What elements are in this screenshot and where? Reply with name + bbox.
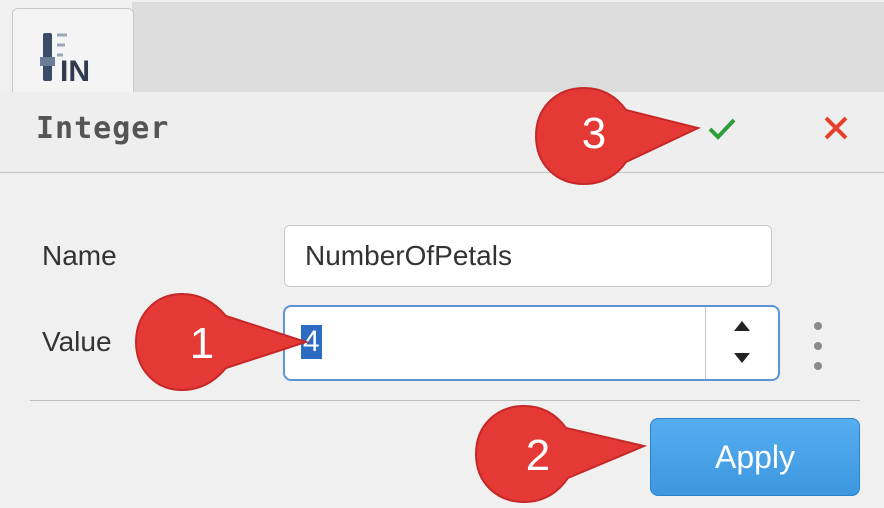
- callout-3: 3: [534, 86, 701, 186]
- spin-down-icon: [734, 353, 750, 363]
- svg-text:IN: IN: [60, 55, 90, 87]
- tab-integer[interactable]: IN: [12, 8, 134, 94]
- apply-button[interactable]: Apply: [650, 418, 860, 496]
- value-spinner[interactable]: [705, 307, 778, 379]
- callout-2: 2: [474, 404, 648, 504]
- spinner-arrows-icon[interactable]: [706, 307, 778, 379]
- name-label: Name: [42, 240, 117, 271]
- name-input[interactable]: NumberOfPetals: [284, 225, 772, 287]
- callout-1: 1: [134, 292, 310, 392]
- callout-1-number: 1: [190, 319, 214, 368]
- value-spinner-input[interactable]: 4: [283, 305, 780, 381]
- name-input-value: NumberOfPetals: [305, 240, 512, 271]
- form-divider: [30, 400, 860, 401]
- callout-3-number: 3: [582, 109, 606, 158]
- panel-header: Integer: [0, 92, 884, 173]
- more-options-icon[interactable]: [808, 318, 828, 374]
- check-icon[interactable]: [700, 106, 744, 150]
- integer-input-icon: IN: [40, 33, 90, 87]
- value-label: Value: [42, 326, 112, 357]
- callout-2-number: 2: [526, 431, 550, 480]
- spin-up-icon: [734, 321, 750, 331]
- panel-title: Integer: [36, 111, 170, 146]
- tab-strip-background: [132, 2, 884, 93]
- close-icon[interactable]: [814, 106, 858, 150]
- tab-strip: IN: [0, 0, 884, 94]
